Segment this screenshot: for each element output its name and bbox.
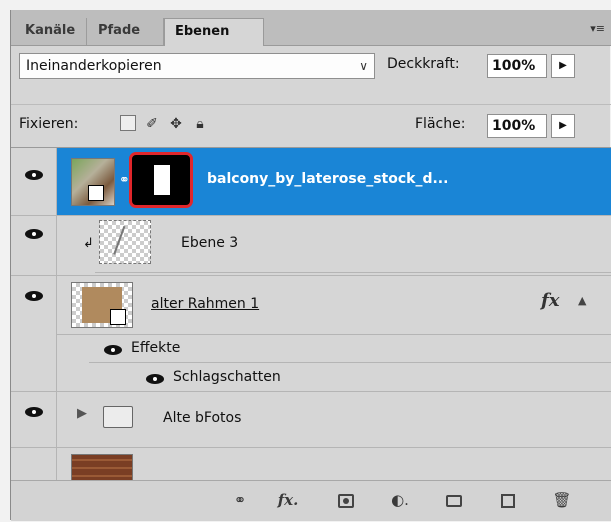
visibility-toggle[interactable] <box>11 448 57 481</box>
smart-object-icon <box>88 185 104 201</box>
add-style-icon[interactable]: fx. <box>277 489 299 511</box>
add-mask-icon[interactable] <box>335 489 357 511</box>
eye-icon[interactable] <box>145 373 165 385</box>
eye-icon <box>25 229 43 239</box>
smart-object-icon <box>110 309 126 325</box>
collapse-effects-arrow-icon[interactable]: ▲ <box>578 294 586 307</box>
effects-label: Effekte <box>131 340 181 356</box>
folder-icon <box>103 406 133 428</box>
tab-pfade[interactable]: Pfade <box>88 18 164 45</box>
tab-ebenen[interactable]: Ebenen <box>164 18 264 46</box>
chevron-down-icon: ∨ <box>359 59 368 73</box>
layers-window: Kanäle Pfade Ebenen ▾≡ Ineinanderkopiere… <box>0 0 611 522</box>
bottom-toolbar: ⚭ fx. ◐. 🗑︎ <box>11 480 611 521</box>
thumbnail-figure <box>113 225 135 259</box>
blend-row: Ineinanderkopieren ∨ Deckkraft: 100% ▶ <box>11 48 611 84</box>
layers-list: ⚭ balcony_by_laterose_stock_d... ↲ Ebene… <box>11 147 611 481</box>
mask-shape <box>154 165 170 195</box>
visibility-toggle[interactable] <box>11 216 57 275</box>
lock-all-icon[interactable]: 🔒︎ <box>191 115 209 133</box>
opacity-label: Deckkraft: <box>387 56 460 72</box>
drop-shadow-label: Schlagschatten <box>173 369 281 385</box>
layer-thumbnail[interactable] <box>71 282 133 328</box>
expand-arrow-icon[interactable]: ▶ <box>77 406 87 421</box>
effects-row[interactable]: Effekte <box>57 334 611 363</box>
layers-panel: Kanäle Pfade Ebenen ▾≡ Ineinanderkopiere… <box>10 10 611 521</box>
lock-label: Fixieren: <box>19 116 79 132</box>
layer-thumbnail[interactable] <box>71 454 133 481</box>
eye-icon <box>25 407 43 417</box>
opacity-input[interactable]: 100% <box>487 54 547 78</box>
visibility-toggle[interactable] <box>11 276 57 391</box>
lock-transparent-icon[interactable] <box>119 115 137 133</box>
tab-bar: Kanäle Pfade Ebenen ▾≡ <box>11 10 611 46</box>
fill-label: Fläche: <box>415 116 466 132</box>
drop-shadow-row[interactable]: Schlagschatten <box>89 362 611 393</box>
layer-mask-thumbnail[interactable] <box>129 152 193 208</box>
eye-icon <box>25 291 43 301</box>
visibility-toggle[interactable] <box>11 148 57 215</box>
fx-icon[interactable]: fx <box>541 290 559 311</box>
fill-input[interactable]: 100% <box>487 114 547 138</box>
tab-kanaele[interactable]: Kanäle <box>15 18 87 45</box>
lock-row: Fixieren: ✐ ✥ 🔒︎ Fläche: 100% ▶ <box>11 104 611 145</box>
trash-icon[interactable]: 🗑︎ <box>551 489 573 511</box>
lock-image-icon[interactable]: ✐ <box>143 115 161 133</box>
layer-thumbnail[interactable] <box>99 220 151 264</box>
layer-group-alte-bfotos[interactable]: ▶ Alte bFotos <box>11 392 611 448</box>
fill-slider-button[interactable]: ▶ <box>551 114 575 138</box>
visibility-toggle[interactable] <box>11 392 57 447</box>
blend-mode-select[interactable]: Ineinanderkopieren ∨ <box>19 53 375 79</box>
clipping-arrow-icon: ↲ <box>83 236 94 251</box>
new-layer-icon[interactable] <box>497 489 519 511</box>
layer-name[interactable]: alter Rahmen 1 <box>151 296 259 312</box>
new-group-icon[interactable] <box>443 489 465 511</box>
blend-mode-value: Ineinanderkopieren <box>26 58 162 74</box>
divider <box>95 272 611 273</box>
group-name[interactable]: Alte bFotos <box>163 410 241 426</box>
layer-thumbnail[interactable] <box>71 158 115 206</box>
panel-menu-icon[interactable]: ▾≡ <box>590 22 605 35</box>
layer-row-partial[interactable] <box>11 448 611 481</box>
layer-row-balcony[interactable]: ⚭ balcony_by_laterose_stock_d... <box>11 148 611 216</box>
eye-icon <box>25 170 43 180</box>
layer-name[interactable]: balcony_by_laterose_stock_d... <box>207 171 448 187</box>
layer-name[interactable]: Ebene 3 <box>181 235 238 251</box>
layer-row-ebene-3[interactable]: ↲ Ebene 3 <box>11 216 611 276</box>
link-layers-icon[interactable]: ⚭ <box>229 489 251 511</box>
adjustment-layer-icon[interactable]: ◐. <box>389 489 411 511</box>
opacity-slider-button[interactable]: ▶ <box>551 54 575 78</box>
lock-position-icon[interactable]: ✥ <box>167 115 185 133</box>
layer-row-alter-rahmen[interactable]: alter Rahmen 1 fx ▲ Effekte Schlagschatt… <box>11 276 611 392</box>
eye-icon[interactable] <box>103 344 123 356</box>
